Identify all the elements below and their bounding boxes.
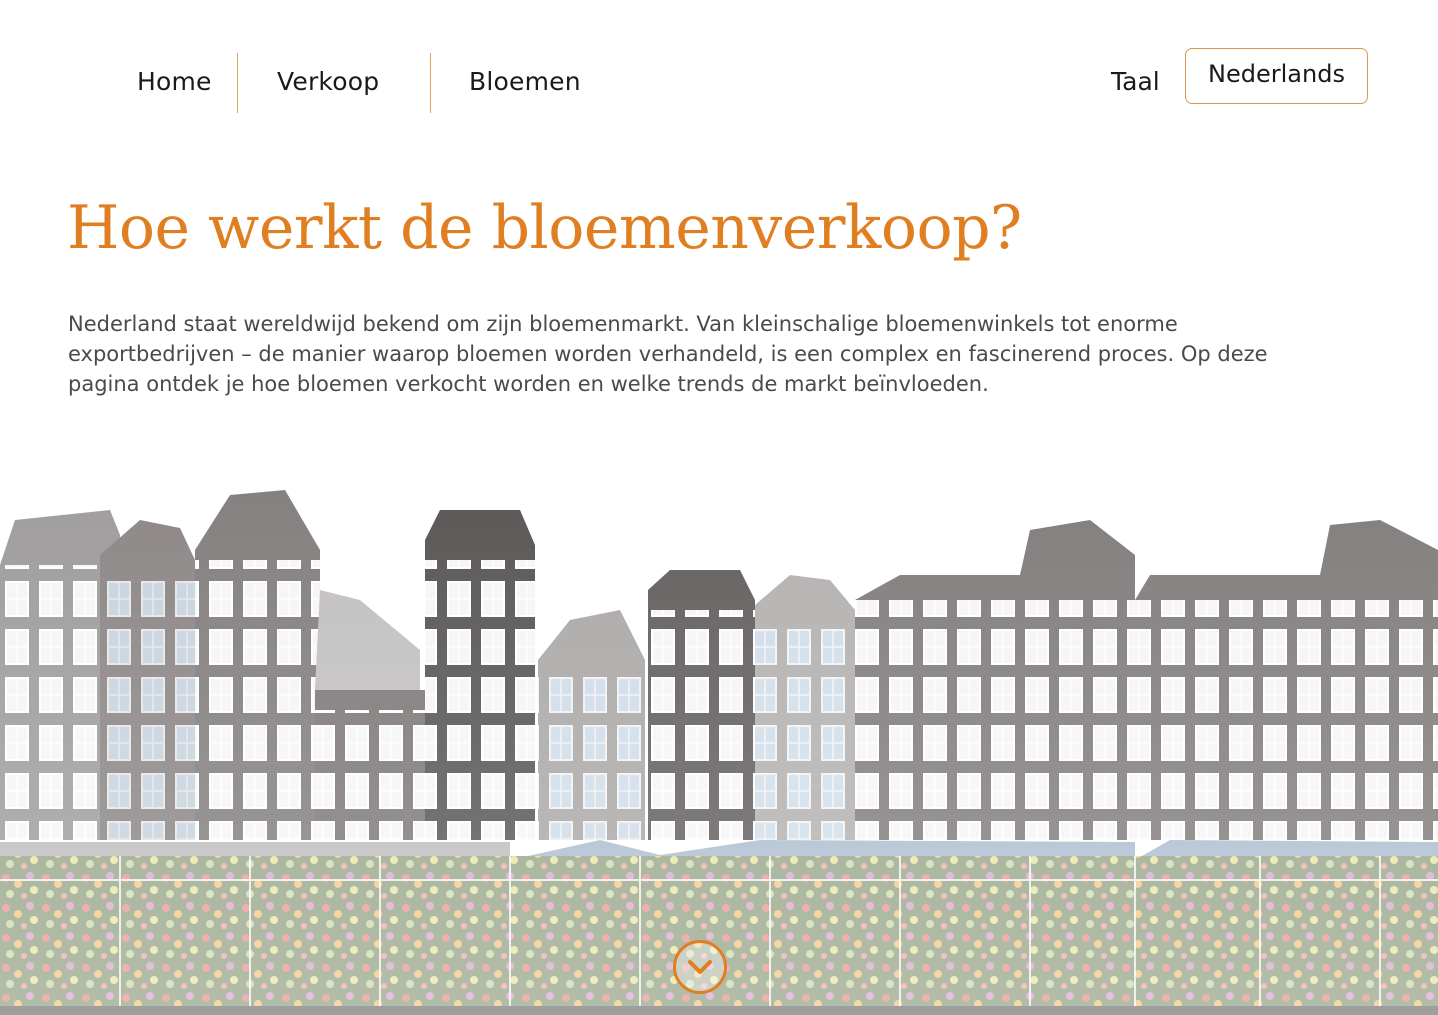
main-navigation: Home Verkoop Bloemen Taal Nederlands [0, 0, 1438, 140]
nav-divider [237, 53, 238, 113]
scroll-down-button[interactable] [673, 940, 727, 994]
amsterdam-flower-market-illustration [0, 480, 1438, 1015]
page-title: Hoe werkt de bloemenverkoop? [67, 193, 1022, 263]
nav-divider [430, 53, 431, 113]
nav-item-bloemen[interactable]: Bloemen [469, 66, 581, 98]
language-select[interactable]: Nederlands [1185, 48, 1368, 104]
chevron-down-icon [688, 960, 712, 974]
intro-paragraph: Nederland staat wereldwijd bekend om zij… [68, 312, 1268, 396]
page: Home Verkoop Bloemen Taal Nederlands Hoe… [0, 0, 1438, 1015]
language-label: Taal [1111, 67, 1160, 96]
nav-item-home[interactable]: Home [137, 66, 212, 98]
language-select-value: Nederlands [1208, 60, 1345, 88]
nav-item-verkoop[interactable]: Verkoop [277, 66, 379, 98]
